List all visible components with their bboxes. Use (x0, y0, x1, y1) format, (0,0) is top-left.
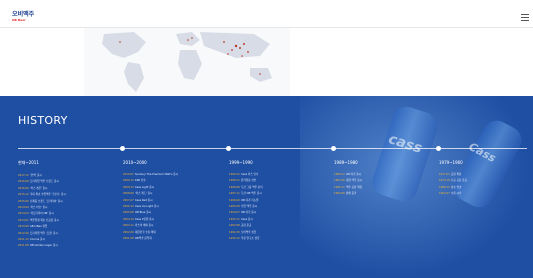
history-period-heading[interactable]: 2010~2000 (123, 160, 223, 165)
history-period-heading[interactable]: 현재~2011 (18, 160, 118, 166)
history-period-column: 1989~1980 1989.12 OB 라거 출시 1987.06 대형 맥주 출시 1… (334, 160, 434, 198)
history-period-column: 2010~2000 2010.07 Sunbury The Premium Malt… (123, 160, 223, 242)
timeline-dot[interactable] (226, 146, 231, 151)
menu-bar (521, 17, 529, 18)
history-entry: 1984.08 판매 증가 (334, 191, 434, 197)
history-entry-year: 1990.12 (229, 236, 240, 240)
map-side-panel (290, 28, 533, 96)
history-entry-year: 2011.08 (18, 244, 29, 248)
history-entry-year: 2001.08 (123, 236, 134, 240)
history-period-heading[interactable]: 1989~1980 (334, 160, 434, 165)
history-entry: 1962.07 수출 시작 (439, 191, 533, 197)
history-period-column: 1999~1990 1999.12 Cass 카스 인수 1998.11 원가절감 선언… (229, 160, 329, 242)
ob-beer-logo[interactable]: 오비맥주 OB Beer (12, 11, 38, 25)
history-period-heading[interactable]: 1979~1960 (439, 160, 533, 165)
page: 오비맥주 OB Beer cass Cass HISTORY 현재~2011 2… (0, 0, 533, 278)
timeline-dot[interactable] (331, 146, 336, 151)
history-period-column: 1979~1960 1977.03 공장 확장 1973.10 신규 공장 준공 1968… (439, 160, 533, 198)
menu-bar (521, 14, 529, 15)
timeline-line (18, 148, 527, 149)
history-entry-text: OB맥주 음악회 (135, 236, 152, 240)
history-entry-text: OB Golden Lager 출시 (30, 244, 58, 248)
history-entry-text: 주류 연구소 설립 (241, 236, 260, 240)
history-title: HISTORY (18, 114, 68, 127)
history-entry: 1990.12 주류 연구소 설립 (229, 236, 329, 242)
history-entry-year: 1962.07 (439, 192, 450, 196)
world-map (84, 28, 290, 96)
hamburger-menu-icon[interactable] (521, 14, 529, 21)
menu-bar (521, 20, 529, 21)
site-header: 오비맥주 OB Beer (0, 0, 533, 28)
logo-english-text: OB Beer (12, 18, 26, 22)
history-entry: 2011.08 OB Golden Lager 출시 (18, 243, 118, 249)
world-map-graphic (102, 32, 272, 92)
history-entry-text: 수출 시작 (451, 192, 462, 196)
history-period-heading[interactable]: 1999~1990 (229, 160, 329, 165)
history-period-column: 현재~2011 2017.12 '한맥' 출시 2016.08 프리미엄 맥주 브랜드 … (18, 160, 118, 250)
world-map-section (0, 28, 533, 96)
history-entry-text: 판매 증가 (346, 192, 357, 196)
logo-korean-text: 오비맥주 (12, 11, 34, 18)
timeline-dot[interactable] (120, 146, 125, 151)
timeline-dot[interactable] (436, 146, 441, 151)
history-entry-year: 1984.08 (334, 192, 345, 196)
history-entry: 2001.08 OB맥주 음악회 (123, 236, 223, 242)
history-section: cass Cass HISTORY 현재~2011 2017.12 '한맥' 출시 2… (0, 96, 533, 278)
